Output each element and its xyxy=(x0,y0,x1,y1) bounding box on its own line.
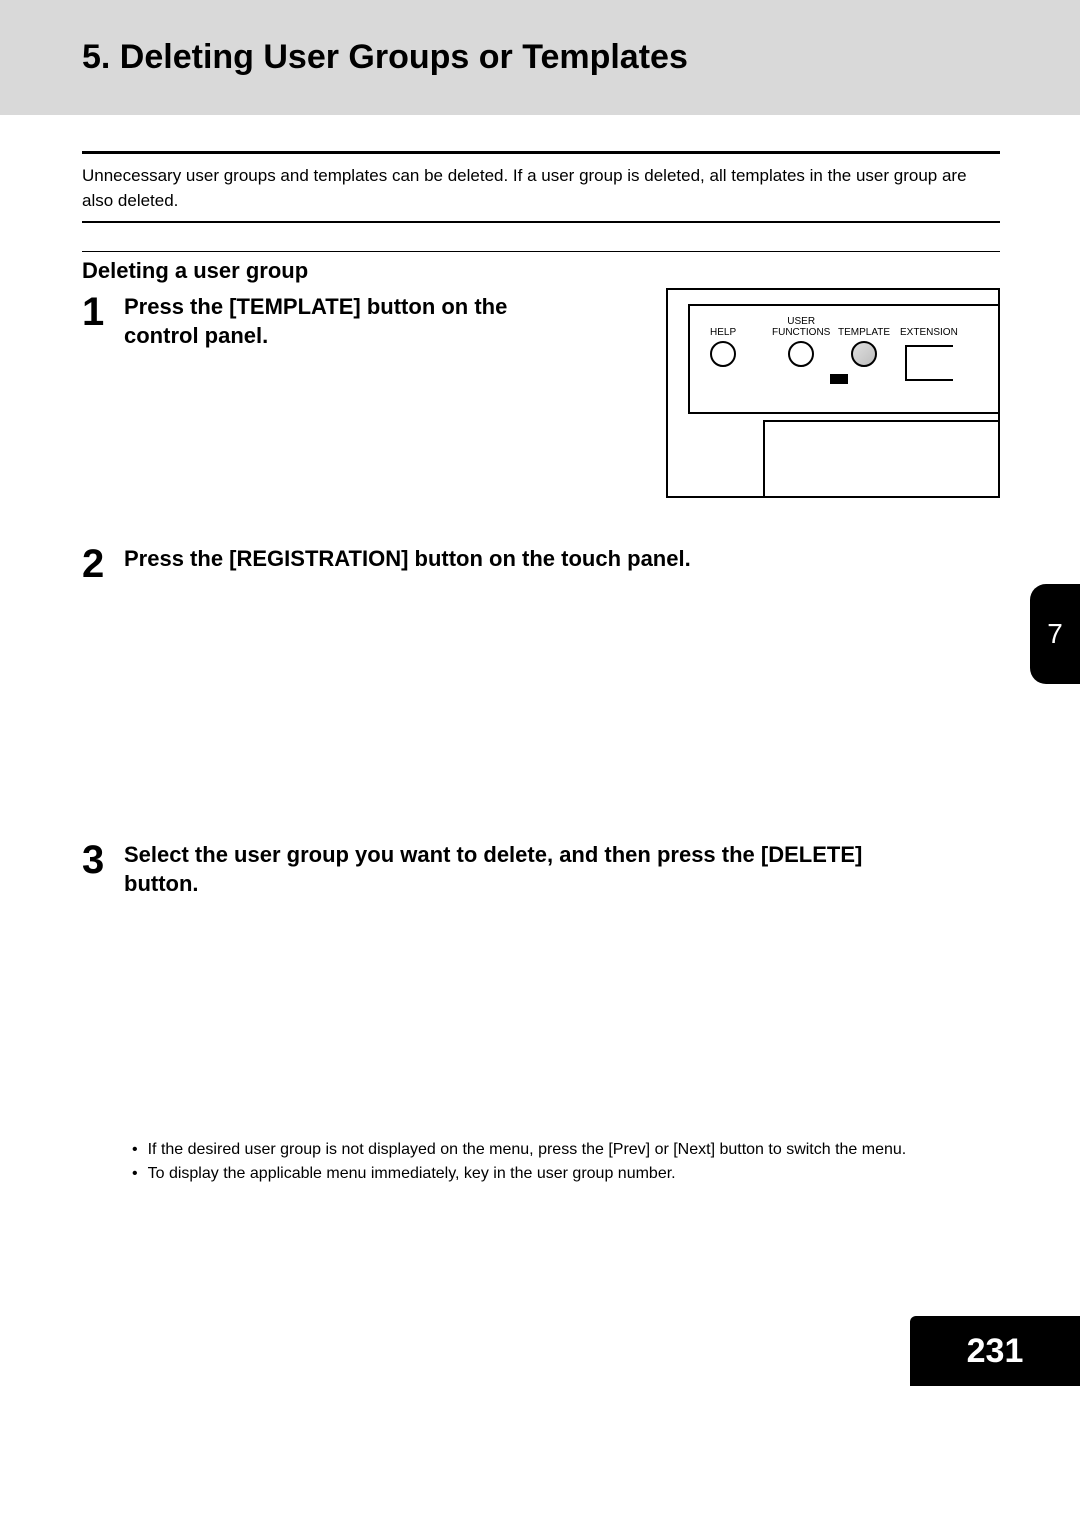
step-2-text: Press the [REGISTRATION] button on the t… xyxy=(124,544,924,573)
rule-under-intro xyxy=(82,221,1000,223)
help-button-group: HELP xyxy=(710,316,736,367)
help-button-icon xyxy=(710,341,736,367)
subheading-rule xyxy=(82,251,1000,252)
help-label: HELP xyxy=(710,328,736,339)
notes-list: If the desired user group is not display… xyxy=(132,1138,1000,1184)
device-bottom-outline xyxy=(763,420,998,496)
note-2-text: To display the applicable menu immediate… xyxy=(148,1162,676,1185)
indicator-icon xyxy=(830,374,848,384)
step-1: 1 Press the [TEMPLATE] button on the con… xyxy=(82,292,1000,498)
step-3: 3 Select the user group you want to dele… xyxy=(82,840,1000,898)
extension-label: EXTENSION xyxy=(900,328,958,339)
note-2: To display the applicable menu immediate… xyxy=(132,1162,1000,1185)
extension-group: EXTENSION xyxy=(900,316,958,381)
note-1-text: If the desired user group is not display… xyxy=(148,1138,907,1161)
page-number-box: 231 xyxy=(910,1316,1080,1386)
step-2: 2 Press the [REGISTRATION] button on the… xyxy=(82,544,1000,584)
control-panel-figure: HELP USER FUNCTIONS TEMPLATE xyxy=(666,288,1000,498)
template-button-group: TEMPLATE xyxy=(838,316,890,367)
subheading: Deleting a user group xyxy=(82,258,1000,284)
chapter-tab: 7 xyxy=(1030,584,1080,684)
user-functions-button-icon xyxy=(788,341,814,367)
step-2-number: 2 xyxy=(82,544,124,584)
template-button-icon xyxy=(851,341,877,367)
functions-label: FUNCTIONS xyxy=(772,328,830,339)
step-1-text: Press the [TEMPLATE] button on the contr… xyxy=(124,292,554,350)
rule-top xyxy=(82,151,1000,154)
page-number: 231 xyxy=(967,1332,1024,1371)
step-3-text: Select the user group you want to delete… xyxy=(124,840,924,898)
step-1-number: 1 xyxy=(82,292,124,332)
note-1: If the desired user group is not display… xyxy=(132,1138,1000,1161)
user-functions-button-group: USER FUNCTIONS xyxy=(772,316,830,367)
section-title: 5. Deleting User Groups or Templates xyxy=(82,38,688,77)
device-top-outline: HELP USER FUNCTIONS TEMPLATE xyxy=(688,304,998,414)
content-area: Unnecessary user groups and templates ca… xyxy=(0,115,1080,1185)
header-bar: 5. Deleting User Groups or Templates xyxy=(0,0,1080,115)
step-3-number: 3 xyxy=(82,840,124,880)
template-label: TEMPLATE xyxy=(838,328,890,339)
intro-text: Unnecessary user groups and templates ca… xyxy=(82,164,1000,213)
chapter-number: 7 xyxy=(1047,618,1063,650)
extension-slot-icon xyxy=(905,345,953,381)
